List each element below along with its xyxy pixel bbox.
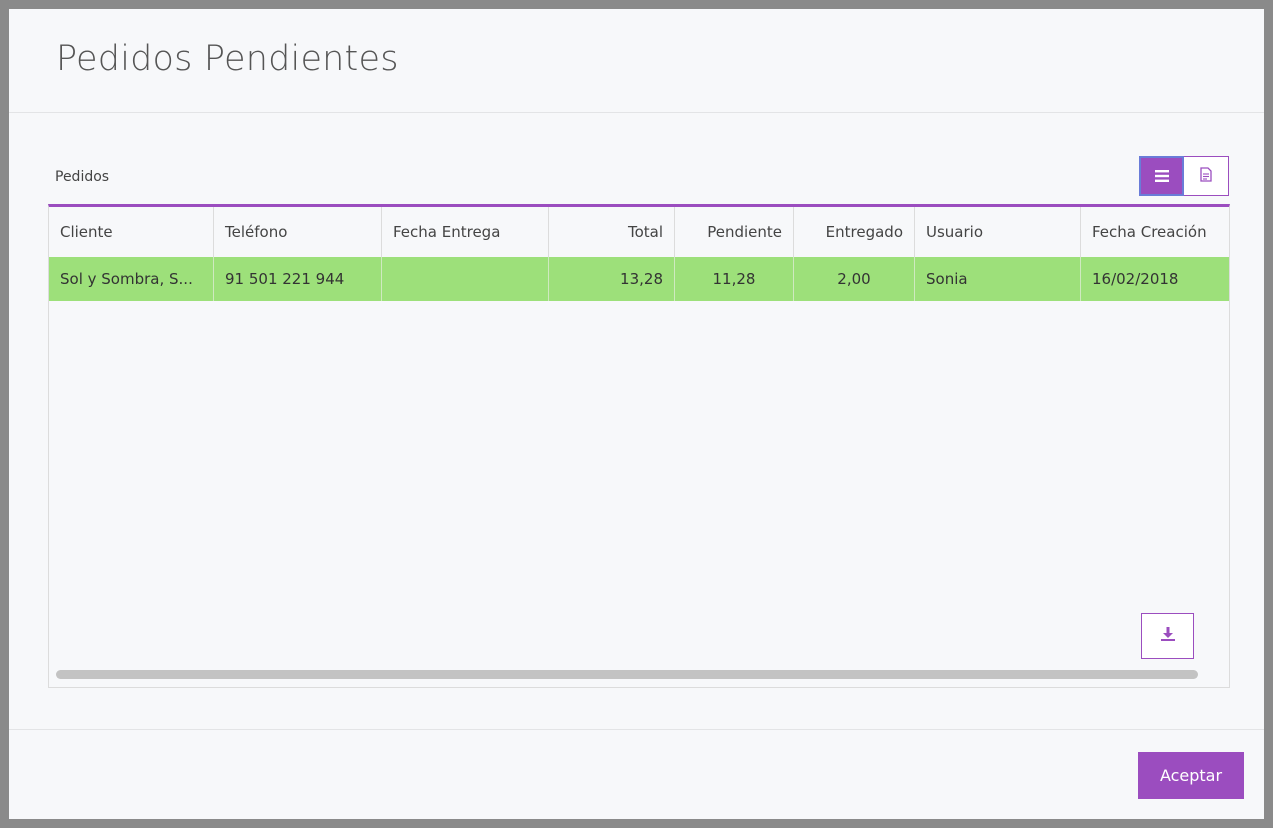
- list-view-button[interactable]: [1139, 156, 1184, 196]
- list-icon: [1154, 167, 1169, 186]
- cell-fecha-creacion: 16/02/2018: [1092, 270, 1179, 288]
- pending-orders-dialog: Pedidos Pendientes Pedidos Cliente Teléf…: [9, 9, 1264, 819]
- column-header-cliente[interactable]: Cliente: [49, 207, 214, 257]
- orders-grid: Cliente Teléfono Fecha Entrega Total Pen…: [48, 204, 1230, 688]
- column-header-entregado[interactable]: Entregado: [794, 207, 915, 257]
- column-header-fecha-entrega[interactable]: Fecha Entrega: [382, 207, 549, 257]
- accept-button[interactable]: Aceptar: [1138, 752, 1244, 799]
- dialog-title: Pedidos Pendientes: [56, 39, 399, 79]
- horizontal-scrollbar[interactable]: [56, 670, 1198, 679]
- cell-usuario: Sonia: [915, 257, 1081, 301]
- column-header-fecha-creacion[interactable]: Fecha Creación: [1081, 207, 1229, 257]
- view-toggle: [1139, 156, 1230, 196]
- column-header-telefono[interactable]: Teléfono: [214, 207, 382, 257]
- cell-total: 13,28: [549, 257, 675, 301]
- dialog-footer: [9, 729, 1264, 819]
- document-icon: [1200, 166, 1212, 186]
- section-label: Pedidos: [55, 169, 110, 185]
- dialog-header: Pedidos Pendientes: [9, 9, 1264, 113]
- cell-pendiente: 11,28: [675, 257, 794, 301]
- table-row[interactable]: Sol y Sombra, S... 91 501 221 944 13,28 …: [49, 257, 1229, 301]
- column-header-total[interactable]: Total: [549, 207, 675, 257]
- cell-cliente: Sol y Sombra, S...: [49, 257, 214, 301]
- column-header-usuario[interactable]: Usuario: [915, 207, 1081, 257]
- grid-header: Cliente Teléfono Fecha Entrega Total Pen…: [49, 207, 1229, 257]
- download-icon: [1160, 626, 1176, 646]
- cell-telefono: 91 501 221 944: [214, 257, 382, 301]
- column-header-pendiente[interactable]: Pendiente: [675, 207, 794, 257]
- cell-entregado: 2,00: [794, 257, 915, 301]
- export-button[interactable]: [1141, 613, 1194, 659]
- cell-fecha-entrega: [382, 257, 549, 301]
- document-view-button[interactable]: [1184, 156, 1229, 196]
